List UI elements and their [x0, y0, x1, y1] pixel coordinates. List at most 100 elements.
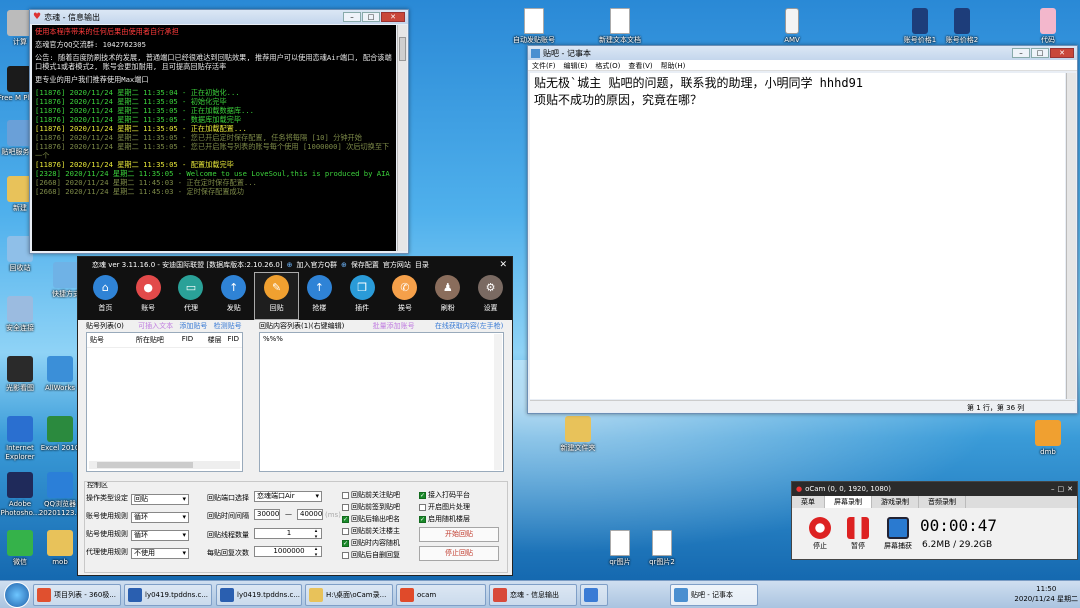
- setting-select[interactable]: 回贴: [131, 494, 189, 505]
- nav-5[interactable]: ↑ 抢楼: [298, 273, 341, 319]
- vertical-scrollbar[interactable]: [1066, 73, 1076, 399]
- desktop-icon-doc[interactable]: 自动发贴账号: [508, 8, 560, 45]
- menu-link[interactable]: 目录: [415, 260, 429, 270]
- taskbar-item[interactable]: 贴吧 - 记事本: [670, 584, 758, 606]
- nav-1[interactable]: ● 账号: [127, 273, 170, 319]
- minimize-button[interactable]: –: [1051, 485, 1055, 493]
- app-title-bar[interactable]: 恋魂 ver 3.11.16.0 - 安迪国际联盟 [数据库版本:2.10.26…: [78, 257, 512, 273]
- ocam-window[interactable]: ● oCam (0, 0, 1920, 1080) – □ ✕ 菜单 屏幕录制 …: [791, 481, 1078, 560]
- tab-game-record[interactable]: 游戏录制: [872, 496, 919, 508]
- nav-8[interactable]: ♟ 刷粉: [426, 273, 469, 319]
- loops-stepper[interactable]: 1000000: [254, 546, 322, 558]
- taskbar-item[interactable]: 项目列表 - 360极...: [33, 584, 121, 606]
- content-entry[interactable]: %%%: [260, 333, 503, 345]
- desktop-icon-code[interactable]: 代码: [1022, 8, 1074, 45]
- start-button[interactable]: [4, 582, 30, 608]
- menu-view[interactable]: 查看(V): [628, 61, 652, 70]
- column-floor[interactable]: 楼层: [208, 335, 228, 345]
- desktop-icon-folder[interactable]: 新建文件夹: [552, 416, 604, 453]
- desktop-icon-doc[interactable]: 新建文本文档: [594, 8, 646, 45]
- menu-format[interactable]: 格式(O): [595, 61, 620, 70]
- clock[interactable]: 11:50 2020/11/24 星期二: [1014, 584, 1078, 604]
- minimize-button[interactable]: –: [1012, 48, 1030, 58]
- close-button[interactable]: ✕: [1050, 48, 1074, 58]
- minimize-button[interactable]: –: [343, 12, 361, 22]
- desktop-icon-amv[interactable]: AMV: [766, 8, 818, 45]
- threads-stepper[interactable]: 1: [254, 528, 322, 540]
- desktop-icon-qr2[interactable]: qr图片2: [636, 530, 688, 567]
- nav-2[interactable]: ▭ 代理: [170, 273, 213, 319]
- menu-help[interactable]: 帮助(H): [661, 61, 686, 70]
- fetch-online-link[interactable]: 在线获取内容(左手枪): [435, 322, 503, 330]
- option-checkbox[interactable]: ✓ 回贴时内容随机: [342, 538, 400, 548]
- maximize-button[interactable]: □: [362, 12, 380, 22]
- option-checkbox[interactable]: 开启图片处理: [419, 502, 470, 512]
- setting-select[interactable]: 循环: [131, 530, 189, 541]
- horizontal-scrollbar[interactable]: [89, 461, 240, 469]
- column-fid2[interactable]: FID: [228, 335, 239, 345]
- vertical-scrollbar[interactable]: [494, 334, 502, 470]
- insert-text-link[interactable]: 可插入文本: [138, 322, 173, 330]
- taskbar-item[interactable]: H:\桌面\oCam录...: [305, 584, 393, 606]
- nav-9[interactable]: ⚙ 设置: [469, 273, 512, 319]
- setting-select[interactable]: 循环: [131, 512, 189, 523]
- desktop-icon-left[interactable]: 安全连接: [0, 296, 46, 333]
- option-checkbox[interactable]: 回贴后自删回复: [342, 550, 400, 560]
- column-account[interactable]: 贴号: [90, 335, 136, 345]
- tab-menu[interactable]: 菜单: [792, 496, 825, 508]
- official-site-link[interactable]: 官方网站: [383, 260, 411, 270]
- save-config-link[interactable]: 保存配置: [351, 260, 379, 270]
- stop-reply-button[interactable]: 停止回贴: [419, 546, 499, 561]
- tab-audio-record[interactable]: 音频录制: [919, 496, 966, 508]
- column-forum[interactable]: 所在贴吧: [136, 335, 182, 345]
- vertical-scrollbar[interactable]: [397, 25, 407, 251]
- nav-0[interactable]: ⌂ 首页: [84, 273, 127, 319]
- option-checkbox[interactable]: 回贴前关注楼主: [342, 526, 400, 536]
- taskbar-item[interactable]: ly0419.tpddns.c...: [216, 584, 302, 606]
- interval-min-input[interactable]: 30000: [254, 509, 280, 520]
- title-bar[interactable]: 贴吧 - 记事本 – □ ✕: [528, 46, 1077, 60]
- nav-6[interactable]: ❐ 插件: [341, 273, 384, 319]
- taskbar-item[interactable]: ocam: [396, 584, 486, 606]
- start-reply-button[interactable]: 开始回贴: [419, 527, 499, 542]
- batch-add-link[interactable]: 批量添加账号: [373, 322, 415, 330]
- close-button[interactable]: ✕: [381, 12, 405, 22]
- nav-4[interactable]: ✎ 回贴: [254, 272, 299, 320]
- close-icon[interactable]: ✕: [499, 260, 507, 270]
- maximize-button[interactable]: □: [1031, 48, 1049, 58]
- scroll-thumb[interactable]: [399, 37, 406, 61]
- option-checkbox[interactable]: ✓ 接入打码平台: [419, 490, 470, 500]
- interval-max-input[interactable]: 40000: [297, 509, 323, 520]
- desktop-icon-price2[interactable]: 账号价格2: [936, 8, 988, 45]
- port-select[interactable]: 恋魂端口Air: [254, 491, 322, 502]
- reply-content-list[interactable]: %%%: [259, 332, 504, 472]
- tab-screen-record[interactable]: 屏幕录制: [825, 496, 872, 508]
- setting-select[interactable]: 不使用: [131, 548, 189, 559]
- column-fid[interactable]: FID: [182, 335, 208, 345]
- maximize-button[interactable]: □: [1058, 485, 1065, 493]
- pause-button[interactable]: 暂停: [842, 517, 874, 551]
- option-checkbox[interactable]: 回贴前关注贴吧: [342, 490, 400, 500]
- taskbar-item[interactable]: ly0419.tpddns.c...: [124, 584, 212, 606]
- text-editor[interactable]: 贴无极`城主 贴吧的问题，联系我的助理，小明同学 hhhd91 项贴不成功的原因…: [530, 73, 1065, 399]
- menu-edit[interactable]: 编辑(E): [564, 61, 588, 70]
- close-button[interactable]: ✕: [1067, 485, 1073, 493]
- scroll-thumb[interactable]: [97, 462, 193, 468]
- add-account-link[interactable]: 添加贴号: [179, 322, 207, 330]
- ocam-title-bar[interactable]: ● oCam (0, 0, 1920, 1080) – □ ✕: [792, 482, 1077, 496]
- taskbar-item[interactable]: [580, 584, 608, 606]
- desktop-icon-dmb[interactable]: dmb: [1022, 420, 1074, 457]
- option-checkbox[interactable]: 回贴前签到贴吧: [342, 502, 400, 512]
- stop-button[interactable]: 停止: [804, 517, 836, 551]
- nav-7[interactable]: ✆ 挨号: [384, 273, 427, 319]
- menu-file[interactable]: 文件(F): [532, 61, 556, 70]
- capture-button[interactable]: 屏幕捕获: [882, 517, 914, 551]
- join-qq-group-link[interactable]: 加入官方Q群: [296, 260, 337, 270]
- check-account-link[interactable]: 检测贴号: [214, 322, 242, 330]
- console-window[interactable]: ♥ 恋魂 - 信息输出 – □ ✕ 使用本程序带来的任何后果由使用者自行承担 恋魂…: [29, 9, 409, 254]
- option-checkbox[interactable]: ✓ 回贴后输出吧名: [342, 514, 400, 524]
- taskbar-item[interactable]: 恋魂 - 信息输出: [489, 584, 577, 606]
- notepad-window[interactable]: 贴吧 - 记事本 – □ ✕ 文件(F) 编辑(E) 格式(O) 查看(V) 帮…: [527, 45, 1078, 414]
- account-list[interactable]: 贴号 所在贴吧 FID 楼层 FID: [86, 332, 243, 472]
- nav-3[interactable]: ↑ 发贴: [212, 273, 255, 319]
